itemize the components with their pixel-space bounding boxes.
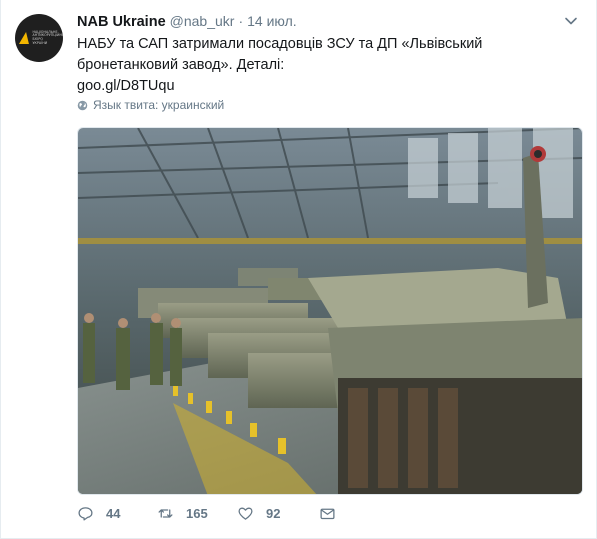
language-label: Язык твита: украинский xyxy=(93,98,225,112)
logo-text: НАЦІОНАЛЬНЕ АНТИКОРУПЦІЙНЕ БЮРО УКРАЇНИ xyxy=(32,29,64,45)
tweet-body: НАБУ та САП затримали посадовців ЗСУ та … xyxy=(77,36,483,73)
like-button[interactable]: 92 xyxy=(237,505,319,522)
globe-icon xyxy=(77,100,88,110)
logo-mark-icon xyxy=(18,32,31,44)
tweet-card[interactable]: НАЦІОНАЛЬНЕ АНТИКОРУПЦІЙНЕ БЮРО УКРАЇНИ … xyxy=(0,0,597,539)
retweet-icon xyxy=(158,509,173,518)
author-handle[interactable]: @nab_ukr xyxy=(170,13,235,29)
nabu-logo: НАЦІОНАЛЬНЕ АНТИКОРУПЦІЙНЕ БЮРО УКРАЇНИ xyxy=(18,29,64,45)
reply-count: 44 xyxy=(106,506,121,521)
tweet-link[interactable]: goo.gl/D8TUqu xyxy=(77,76,577,97)
like-count: 92 xyxy=(266,506,281,521)
tweet-timestamp[interactable]: 14 июл. xyxy=(247,13,297,29)
tweet-actions: 44 165 92 xyxy=(77,505,336,522)
retweet-count: 165 xyxy=(186,506,208,521)
tweet-photo[interactable] xyxy=(77,127,583,495)
avatar[interactable]: НАЦІОНАЛЬНЕ АНТИКОРУПЦІЙНЕ БЮРО УКРАЇНИ xyxy=(15,14,63,62)
retweet-button[interactable]: 165 xyxy=(157,505,237,522)
heart-icon xyxy=(238,507,253,520)
language-note: Язык твита: украинский xyxy=(77,98,224,112)
reply-icon xyxy=(78,507,93,521)
envelope-icon xyxy=(320,508,335,520)
header-separator: · xyxy=(238,13,244,29)
tanks-photo xyxy=(78,128,582,494)
author-name[interactable]: NAB Ukraine xyxy=(77,14,166,30)
tweet-text: НАБУ та САП затримали посадовців ЗСУ та … xyxy=(77,34,577,97)
tweet-header: NAB Ukraine @nab_ukr · 14 июл. xyxy=(77,13,297,30)
direct-message-button[interactable] xyxy=(319,505,336,522)
chevron-down-icon[interactable] xyxy=(564,14,578,28)
reply-button[interactable]: 44 xyxy=(77,505,157,522)
